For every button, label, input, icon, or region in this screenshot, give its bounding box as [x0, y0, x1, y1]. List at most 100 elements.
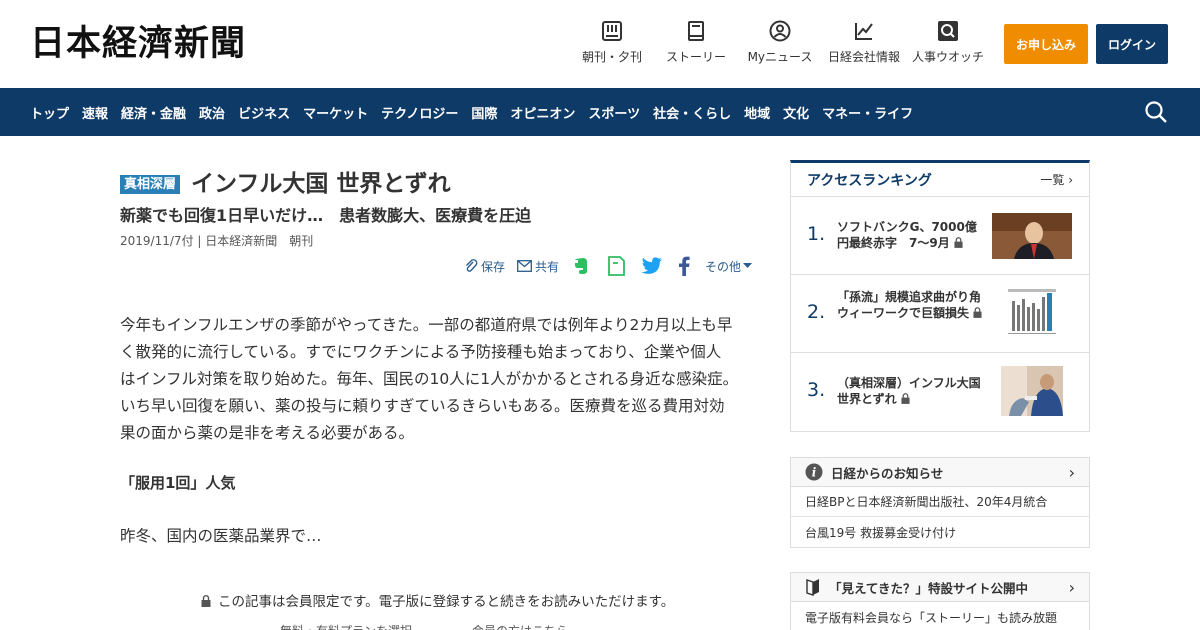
ranking-header: アクセスランキング 一覧 › — [791, 163, 1089, 197]
lock-icon — [954, 237, 963, 248]
nav-personnel-watch[interactable]: 人事ウオッチ — [903, 20, 993, 65]
main-nav-item[interactable]: マネー・ライフ — [822, 103, 913, 122]
more-share-dropdown[interactable]: その他 — [705, 258, 755, 275]
user-icon — [769, 20, 791, 42]
chevron-right-icon: › — [1068, 173, 1073, 187]
site-logo[interactable]: 日本経濟新聞 — [30, 22, 246, 66]
paperclip-icon — [465, 259, 478, 272]
evernote-button[interactable] — [571, 256, 594, 276]
article-tag[interactable]: 真相深層 — [120, 174, 181, 194]
ranking-text: ソフトバンクG、7000億円最終赤字 7～9月 — [837, 219, 987, 251]
ranking-item[interactable]: 2. 「孫流」規模追求曲がり角 ウィーワークで巨額損失 — [791, 275, 1089, 353]
ranking-thumbnail-photo — [1001, 366, 1063, 416]
body-line: いち早い回復を願い、薬の投与に頼りすぎているきらいもある。医療費を巡る費用対効 — [120, 397, 725, 415]
body-line: はインフル対策を取り始めた。毎年、国民の10人に1人がかかるとされる身近な感染症… — [120, 370, 739, 388]
mail-icon — [517, 260, 532, 272]
main-nav-item[interactable]: ビジネス — [238, 103, 290, 122]
ranking-more-link[interactable]: 一覧 › — [1040, 171, 1073, 188]
nav-label: Myニュース — [747, 50, 813, 64]
nav-morning-evening-edition[interactable]: 朝刊・夕刊 — [567, 20, 657, 65]
ranking-text: 「孫流」規模追求曲がり角 ウィーワークで巨額損失 — [837, 289, 993, 321]
search-icon[interactable] — [1144, 100, 1168, 124]
main-nav-item[interactable]: 国際 — [471, 103, 497, 122]
share-button[interactable]: 共有 — [517, 258, 559, 275]
ranking-more-label: 一覧 — [1040, 173, 1065, 187]
caret-down-icon — [743, 263, 752, 268]
lock-icon — [901, 393, 910, 404]
main-nav-item[interactable]: 文化 — [783, 103, 809, 122]
paywall-text: この記事は会員限定です。電子版に登録すると続きをお読みいただけます。 — [217, 594, 675, 610]
facebook-button[interactable] — [678, 256, 693, 276]
chart-icon — [855, 23, 873, 40]
nav-my-news[interactable]: Myニュース — [735, 20, 825, 65]
more-label: その他 — [704, 259, 741, 274]
save-button[interactable]: 保存 — [464, 258, 505, 275]
nav-company-info[interactable]: 日経会社情報 — [819, 20, 909, 65]
book-icon — [688, 21, 704, 41]
main-nav-list: トップ 速報 経済・金融 政治 ビジネス マーケット テクノロジー 国際 オピニオン スポーツ 社会… — [30, 88, 926, 136]
ranking-item[interactable]: 3. （真相深層）インフル大国 世界とずれ — [791, 353, 1089, 431]
main-nav-item[interactable]: 地域 — [744, 103, 770, 122]
article-title-row: 真相深層 インフル大国 世界とずれ — [120, 168, 451, 200]
evernote-icon — [574, 258, 587, 274]
book-open-icon — [806, 579, 819, 596]
ranking-number: 3. — [807, 379, 826, 401]
nav-label: 朝刊・夕刊 — [581, 50, 642, 64]
twitter-icon — [641, 257, 662, 274]
twitter-button[interactable] — [641, 257, 666, 275]
ranking-text-label: 「孫流」規模追求曲がり角 ウィーワークで巨額損失 — [837, 290, 994, 320]
notice-item[interactable]: 台風19号 救援募金受け付け — [791, 517, 1089, 547]
nikkei-notice-box: i 日経からのお知らせ › 日経BPと日本経済新聞出版社、20年4月統合 台風1… — [790, 457, 1090, 548]
svg-text:i: i — [812, 466, 817, 480]
notice-item[interactable]: 日経BPと日本経済新聞出版社、20年4月統合 — [791, 487, 1089, 517]
main-nav-item[interactable]: スポーツ — [588, 103, 640, 122]
feature-title: 「見えてきた？」特設サイト公開中 — [829, 580, 1029, 596]
article-body: 今年もインフルエンザの季節がやってきた。一部の都道府県では例年より2カ月以上も早… — [120, 312, 755, 447]
section-heading: 「服用1回」人気 — [120, 474, 236, 492]
ranking-number: 2. — [807, 301, 826, 323]
facebook-icon — [678, 256, 690, 276]
nav-label: 日経会社情報 — [827, 50, 900, 64]
share-bar: 保存 共有 その他 — [452, 254, 755, 278]
notice-title: 日経からのお知らせ — [831, 465, 944, 481]
nav-story[interactable]: ストーリー — [651, 20, 741, 65]
feature-item[interactable]: 電子版有料会員なら「ストーリー」も読み放題 — [791, 602, 1089, 630]
clip-button[interactable] — [606, 256, 629, 276]
main-nav-item[interactable]: マーケット — [303, 103, 368, 122]
save-label: 保存 — [480, 259, 505, 274]
main-nav-item[interactable]: トップ — [30, 103, 69, 122]
ranking-number: 1. — [807, 223, 826, 245]
ranking-item[interactable]: 1. ソフトバンクG、7000億円最終赤字 7～9月 — [791, 197, 1089, 275]
ranking-text: （真相深層）インフル大国 世界とずれ — [837, 375, 987, 407]
paywall-notice: この記事は会員限定です。電子版に登録すると続きをお読みいただけます。 — [120, 590, 755, 610]
article-dateline: 2019/11/7付 | 日本経済新聞 朝刊 — [120, 234, 314, 248]
body-line: く散発的に流行している。すでにワクチンによる予防接種も始まっており、企業や個人 — [120, 343, 722, 361]
ranking-thumbnail-photo — [992, 213, 1072, 259]
nav-label: 人事ウオッチ — [911, 50, 984, 64]
lock-icon — [973, 307, 982, 318]
login-button[interactable]: ログイン — [1096, 24, 1168, 64]
clip-icon — [608, 256, 625, 276]
main-nav-item[interactable]: 社会・くらし — [653, 103, 731, 122]
newspaper-icon — [602, 21, 622, 41]
main-nav-item[interactable]: 経済・金融 — [121, 103, 186, 122]
feature-header[interactable]: 「見えてきた？」特設サイト公開中 › — [791, 573, 1089, 602]
article-continuation: 昨冬、国内の医薬品業界で… — [120, 527, 322, 545]
subscribe-button[interactable]: お申し込み — [1004, 24, 1088, 64]
main-nav-item[interactable]: オピニオン — [510, 103, 575, 122]
ranking-title: アクセスランキング — [807, 172, 932, 189]
notice-header[interactable]: i 日経からのお知らせ › — [791, 458, 1089, 487]
share-label: 共有 — [534, 259, 559, 274]
main-nav-item[interactable]: テクノロジー — [381, 103, 458, 122]
main-nav-item[interactable]: 政治 — [199, 103, 225, 122]
search-person-icon — [938, 21, 958, 41]
main-nav-item[interactable]: 速報 — [82, 103, 108, 122]
nav-label: ストーリー — [665, 50, 726, 64]
article-subtitle: 新薬でも回復1日早いだけ… 患者数膨大、医療費を圧迫 — [120, 206, 532, 225]
site-header: 日本経濟新聞 朝刊・夕刊 ストーリー Myニュース 日経会社情報 人事ウオッチ … — [0, 0, 1200, 88]
chevron-right-icon: › — [1068, 577, 1075, 597]
body-line: 果の面から薬の是非を考える必要がある。 — [120, 424, 415, 442]
ranking-thumbnail-chart — [1006, 287, 1058, 341]
paywall-links[interactable]: 無料・有料プランを選択 会員の方はこちら — [280, 622, 568, 630]
info-icon: i — [805, 463, 823, 481]
